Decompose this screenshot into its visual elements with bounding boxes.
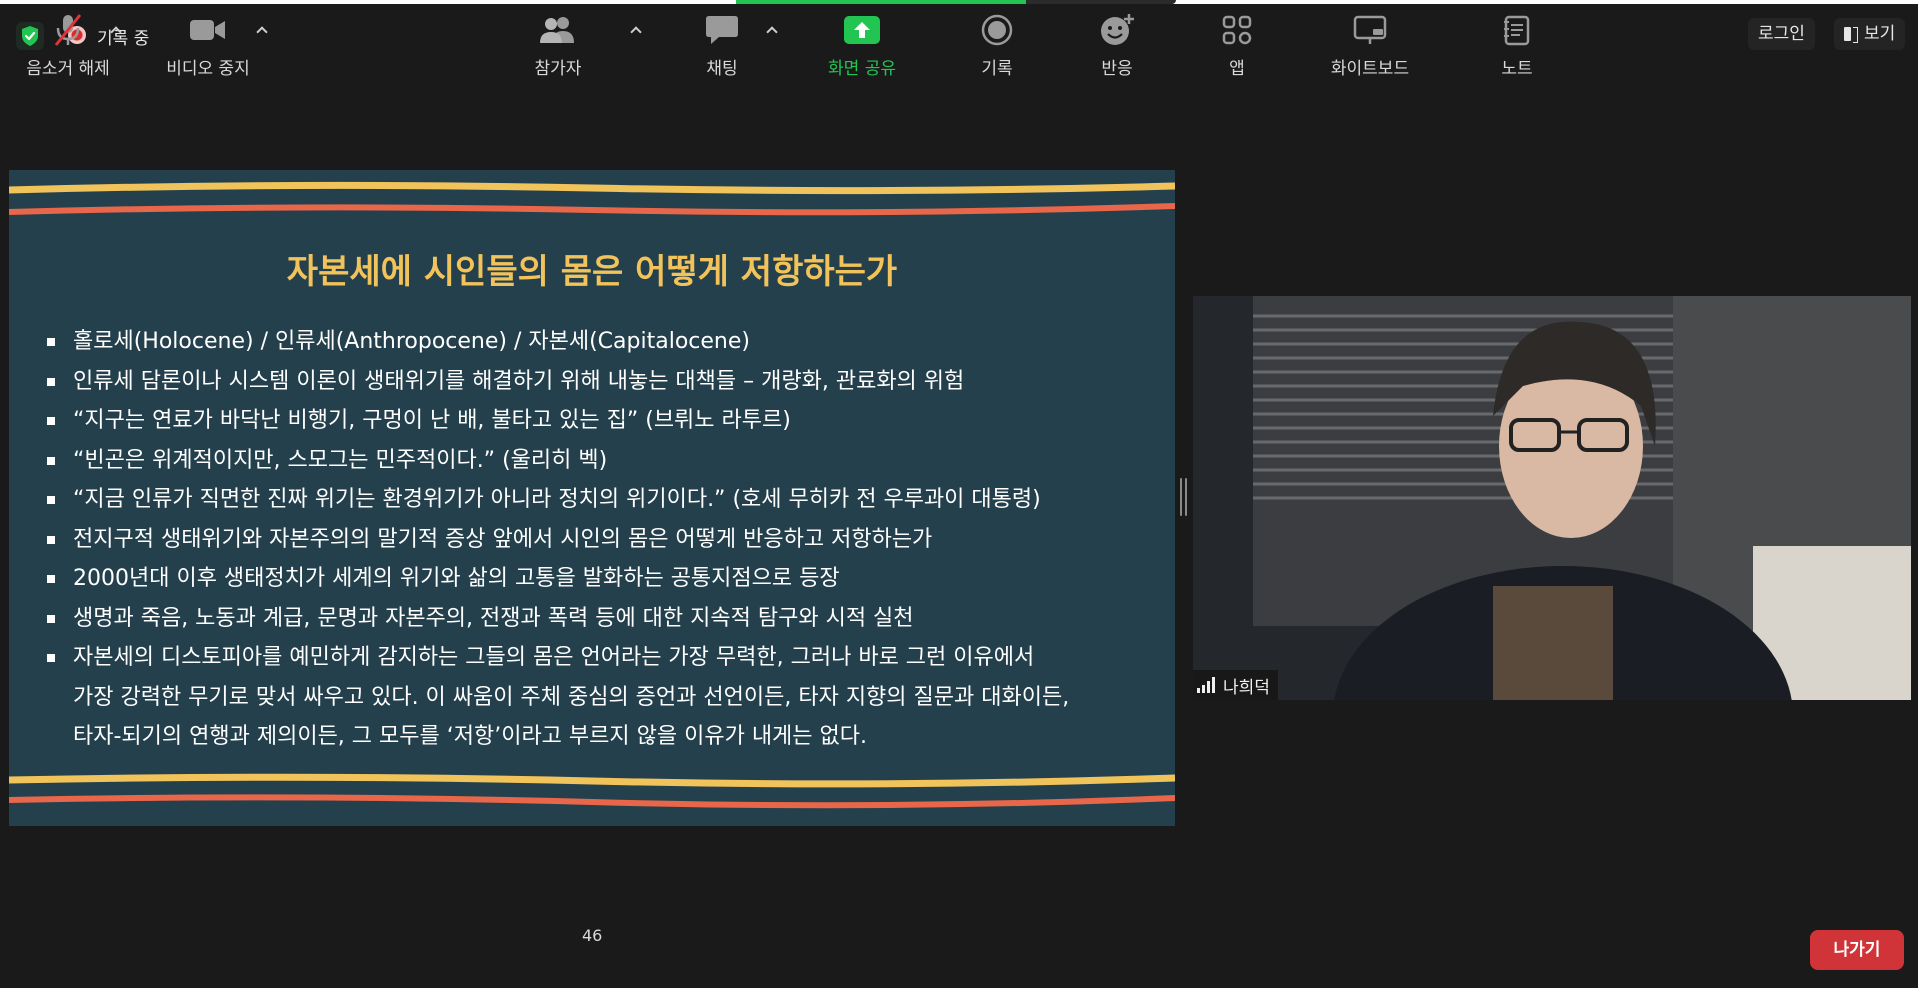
share-indicator-bar[interactable] <box>736 0 1176 4</box>
slide-bullet-line: 타자-되기의 연행과 제의이든, 그 모두를 ‘저항’이라고 부르지 않을 이유… <box>73 724 868 749</box>
panel-splitter-handle[interactable] <box>1180 478 1188 516</box>
mic-muted-icon <box>48 12 88 48</box>
whiteboard-button[interactable]: 화이트보드 <box>1310 12 1430 79</box>
slide-bullet: 홀로세(Holocene) / 인류세(Anthropocene) / 자본세(… <box>45 322 1155 362</box>
slide-bullet: 인류세 담론이나 시스템 이론이 생태위기를 해결하기 위해 내놓는 대책들 –… <box>45 362 1155 402</box>
notes-icon <box>1497 12 1537 48</box>
reactions-button-label: 반응 <box>1101 59 1133 79</box>
participants-options-caret[interactable] <box>630 24 642 36</box>
slide-bullet: “지금 인류가 직면한 진짜 위기는 환경위기가 아니라 정치의 위기이다.” … <box>45 480 1155 520</box>
mute-button[interactable]: 음소거 해제 <box>8 12 128 79</box>
audio-options-caret[interactable] <box>110 24 122 36</box>
notes-button-label: 노트 <box>1501 59 1533 79</box>
record-icon <box>977 12 1017 48</box>
slide-bullet: 생명과 죽음, 노동과 계급, 문명과 자본주의, 전쟁과 폭력 등에 대한 지… <box>45 599 1155 639</box>
smiley-plus-icon <box>1097 12 1137 48</box>
whiteboard-icon <box>1350 12 1390 48</box>
notes-button[interactable]: 노트 <box>1457 12 1577 79</box>
video-options-caret[interactable] <box>256 24 268 36</box>
apps-icon <box>1217 12 1257 48</box>
apps-button-label: 앱 <box>1229 59 1245 79</box>
share-screen-icon <box>842 12 882 48</box>
slide-top-waves <box>9 181 1175 216</box>
whiteboard-button-label: 화이트보드 <box>1330 59 1410 79</box>
record-button-label: 기록 <box>981 59 1013 79</box>
slide-bullet: “빈곤은 위계적이지만, 스모그는 민주적이다.” (울리히 벡) <box>45 441 1155 481</box>
participant-name-tag: 나희덕 <box>1193 670 1278 700</box>
meeting-toolbar <box>0 908 1918 988</box>
slide-bullet-line: 가장 강력한 무기로 맞서 싸우고 있다. 이 싸움이 주체 중심의 증언과 선… <box>73 684 1070 710</box>
participant-video-feed <box>1193 296 1911 700</box>
chat-bubble-icon <box>702 12 742 48</box>
participants-count: 46 <box>582 926 603 945</box>
camera-icon <box>188 12 228 48</box>
participants-button-label: 참가자 <box>534 59 582 79</box>
slide-title: 자본세에 시인들의 몸은 어떻게 저항하는가 <box>286 252 898 292</box>
view-button[interactable]: 보기 <box>1834 18 1906 50</box>
slide-bullet-list: 홀로세(Holocene) / 인류세(Anthropocene) / 자본세(… <box>45 322 1155 757</box>
slide-bullet: 2000년대 이후 생태정치가 세계의 위기와 삶의 고통을 발화하는 공통지점… <box>45 559 1155 599</box>
login-button-label: 로그인 <box>1758 24 1805 44</box>
stop-video-button[interactable]: 비디오 중지 <box>148 12 268 79</box>
people-icon <box>538 12 578 48</box>
slide-bullet-multiline: 자본세의 디스토피아를 예민하게 감지하는 그들의 몸은 언어라는 가장 무력한… <box>45 638 1155 757</box>
chat-options-caret[interactable] <box>766 24 778 36</box>
participant-video-tile[interactable]: 나희덕 <box>1193 296 1911 700</box>
participant-name: 나희덕 <box>1223 677 1270 698</box>
participants-button[interactable]: 참가자 <box>498 12 618 79</box>
record-button[interactable]: 기록 <box>937 12 1057 79</box>
leave-button[interactable]: 나가기 <box>1810 930 1904 970</box>
chat-button-label: 채팅 <box>706 59 738 79</box>
reactions-button[interactable]: 반응 <box>1057 12 1177 79</box>
mute-button-label: 음소거 해제 <box>26 59 110 79</box>
view-button-label: 보기 <box>1864 24 1896 44</box>
signal-strength-icon <box>1197 677 1217 693</box>
slide-bullet: 전지구적 생태위기와 자본주의의 말기적 증상 앞에서 시인의 몸은 어떻게 반… <box>45 520 1155 560</box>
apps-button[interactable]: 앱 <box>1177 12 1297 79</box>
slide-bottom-waves <box>9 773 1175 809</box>
slide-bullet-line: 자본세의 디스토피아를 예민하게 감지하는 그들의 몸은 언어라는 가장 무력한… <box>73 645 1035 670</box>
login-button[interactable]: 로그인 <box>1748 18 1815 50</box>
chat-button[interactable]: 채팅 <box>662 12 782 79</box>
stop-video-button-label: 비디오 중지 <box>166 59 250 79</box>
shared-screen-slide: 자본세에 시인들의 몸은 어떻게 저항하는가 홀로세(Holocene) / 인… <box>9 170 1175 826</box>
view-layout-icon <box>1844 26 1858 43</box>
share-screen-button-label: 화면 공유 <box>828 59 896 79</box>
slide-bullet: “지구는 연료가 바닥난 비행기, 구멍이 난 배, 불타고 있는 집” (브뤼… <box>45 401 1155 441</box>
share-screen-button[interactable]: 화면 공유 <box>802 12 922 79</box>
